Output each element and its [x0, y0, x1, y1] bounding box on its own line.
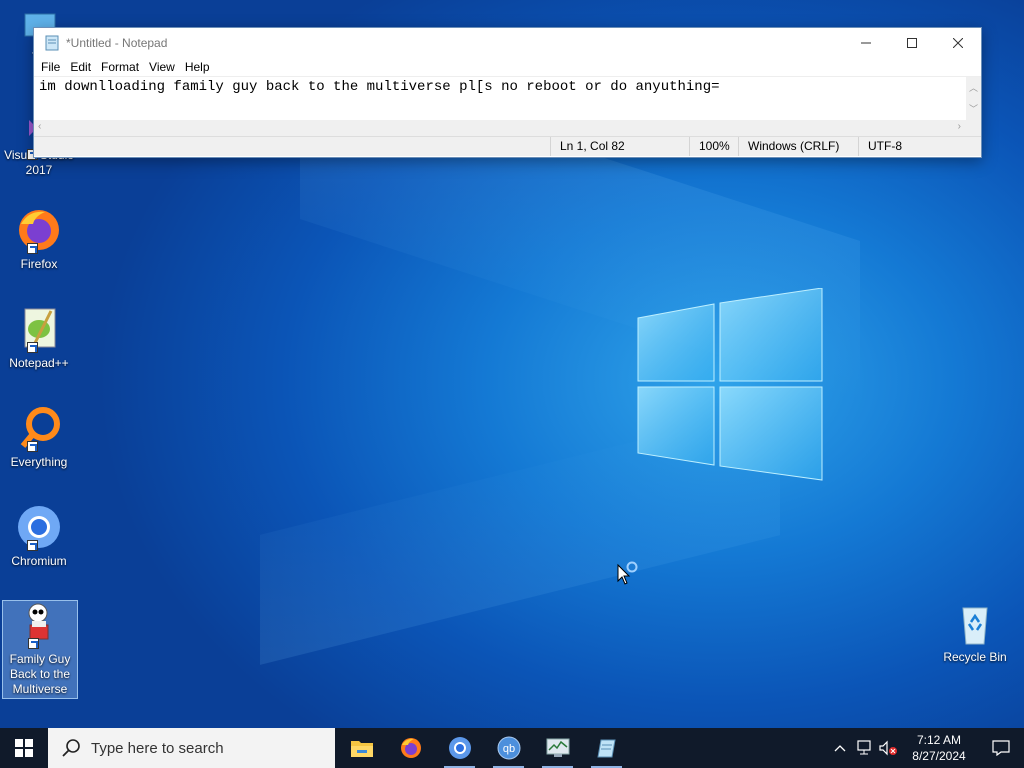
desktop-icon-notepad-plus-plus[interactable]: Notepad++ — [2, 305, 76, 371]
menu-format[interactable]: Format — [96, 60, 144, 74]
busy-cursor-icon — [617, 561, 638, 585]
search-placeholder: Type here to search — [91, 739, 224, 757]
notepad-title-bar[interactable]: *Untitled - Notepad — [34, 28, 981, 57]
desktop-icon-recycle-bin[interactable]: Recycle Bin — [940, 600, 1010, 664]
taskbar-chromium[interactable] — [435, 728, 484, 768]
maximize-button[interactable] — [889, 28, 935, 57]
taskbar-clock[interactable]: 7:12 AM 8/27/2024 — [900, 732, 978, 764]
taskbar-qbittorrent[interactable]: qb — [484, 728, 533, 768]
network-icon — [857, 740, 871, 755]
notepad-window[interactable]: *Untitled - Notepad File Edit Format Vie… — [33, 27, 982, 158]
scroll-up-icon[interactable]: ︿ — [966, 81, 981, 94]
menu-bar: File Edit Format View Help — [34, 57, 981, 76]
scroll-right-icon[interactable]: › — [958, 121, 961, 132]
firefox-icon — [400, 738, 421, 758]
taskbar-file-explorer[interactable] — [337, 728, 386, 768]
task-manager-icon — [546, 738, 569, 757]
windows-logo-wallpaper — [637, 288, 823, 481]
show-hidden-icons-button[interactable] — [828, 728, 852, 768]
firefox-icon — [15, 206, 63, 254]
status-zoom: 100% — [689, 137, 730, 156]
scroll-down-icon[interactable]: ﹀ — [966, 102, 981, 115]
shortcut-arrow-icon — [27, 342, 38, 353]
text-editor-area[interactable]: im downlloading family guy back to the m… — [34, 76, 981, 120]
chromium-icon — [15, 503, 63, 551]
minimize-icon — [861, 42, 871, 43]
svg-text:qb: qb — [502, 743, 514, 755]
search-icon — [62, 739, 80, 757]
desktop-icon-everything[interactable]: Everything — [2, 404, 76, 470]
shortcut-arrow-icon — [27, 441, 38, 452]
minimize-button[interactable] — [843, 28, 889, 57]
menu-file[interactable]: File — [36, 60, 65, 74]
notification-icon — [992, 740, 1010, 756]
status-bar: Ln 1, Col 82 100% Windows (CRLF) UTF-8 — [34, 136, 981, 156]
desktop-icon-label: Family Guy Back to the Multiverse — [9, 652, 71, 696]
clock-date: 8/27/2024 — [912, 749, 966, 763]
volume-button[interactable] — [876, 728, 900, 768]
horizontal-scrollbar[interactable]: ‹ › — [34, 120, 981, 136]
taskbar-notepad[interactable] — [582, 728, 631, 768]
qbittorrent-icon: qb — [497, 736, 520, 760]
network-button[interactable] — [852, 728, 876, 768]
start-button[interactable] — [0, 728, 48, 768]
maximize-icon — [907, 37, 917, 48]
shortcut-arrow-icon — [27, 540, 38, 551]
taskbar-search-box[interactable]: Type here to search — [48, 728, 335, 768]
family-guy-game-icon — [16, 601, 64, 649]
desktop-icon-family-guy[interactable]: Family Guy Back to the Multiverse — [2, 600, 78, 699]
taskbar-task-manager[interactable] — [533, 728, 582, 768]
action-center-button[interactable] — [978, 728, 1024, 768]
menu-edit[interactable]: Edit — [65, 60, 96, 74]
notepad-plus-plus-icon — [15, 305, 63, 353]
desktop-icon-firefox[interactable]: Firefox — [2, 206, 76, 272]
chevron-up-icon — [834, 745, 846, 752]
shortcut-arrow-icon — [27, 243, 38, 254]
editor-text[interactable]: im downlloading family guy back to the m… — [39, 79, 720, 95]
window-title: *Untitled - Notepad — [66, 35, 168, 50]
folder-icon — [350, 741, 373, 757]
everything-search-icon — [15, 404, 63, 452]
desktop-icon-chromium[interactable]: Chromium — [2, 503, 76, 569]
status-encoding: UTF-8 — [858, 137, 902, 156]
desktop-icon-label: Chromium — [11, 554, 67, 568]
recycle-bin-label: Recycle Bin — [943, 650, 1007, 664]
menu-help[interactable]: Help — [180, 60, 215, 74]
vertical-scrollbar[interactable]: ︿ ﹀ — [966, 77, 981, 120]
status-line-ending: Windows (CRLF) — [738, 137, 839, 156]
taskbar: Type here to search qb 7:12 AM 8/27/2024 — [0, 728, 1024, 768]
menu-view[interactable]: View — [144, 60, 180, 74]
status-cursor-position: Ln 1, Col 82 — [550, 137, 625, 156]
notepad-icon — [596, 739, 616, 758]
chromium-icon — [448, 737, 471, 759]
shortcut-arrow-icon — [28, 638, 39, 649]
clock-time: 7:12 AM — [916, 733, 962, 747]
desktop-icon-label: Everything — [10, 455, 68, 469]
volume-muted-icon — [879, 740, 897, 756]
windows-start-icon — [15, 739, 33, 757]
scroll-left-icon[interactable]: ‹ — [38, 121, 41, 132]
recycle-bin-icon — [951, 600, 999, 648]
desktop-icon-label: Notepad++ — [9, 356, 69, 370]
desktop-icon-label: Firefox — [20, 257, 58, 271]
close-icon — [953, 37, 963, 48]
notepad-app-icon — [45, 35, 59, 50]
close-button[interactable] — [935, 28, 981, 57]
system-tray: 7:12 AM 8/27/2024 — [828, 728, 1024, 768]
taskbar-firefox[interactable] — [386, 728, 435, 768]
